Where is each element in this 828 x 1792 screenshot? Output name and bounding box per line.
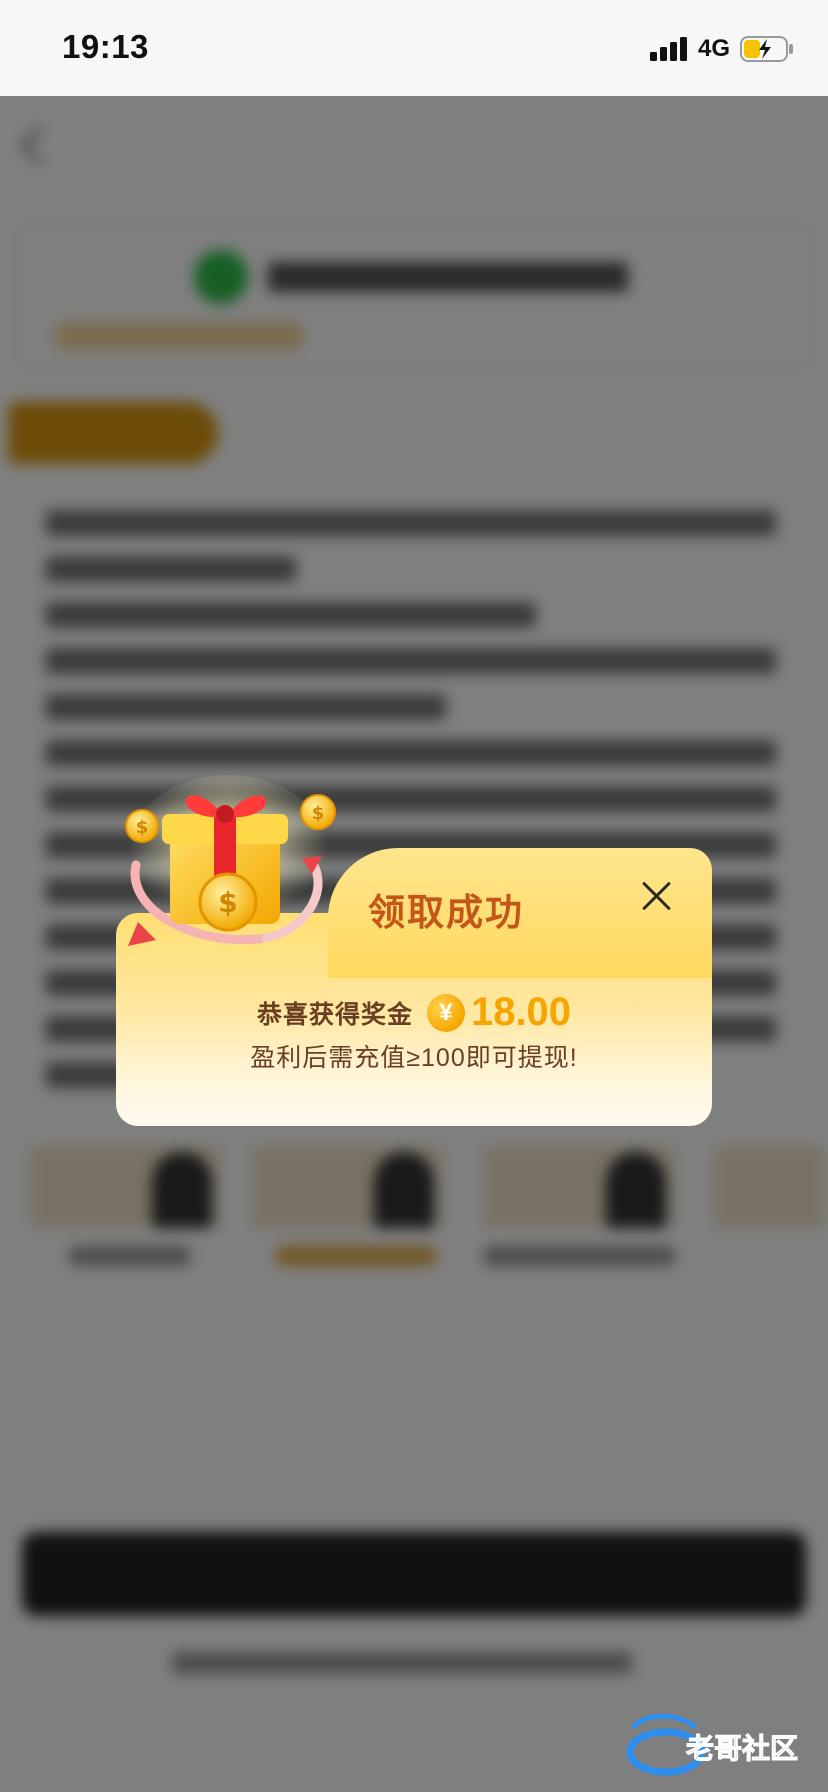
watermark-text: 老哥社区 (686, 1732, 798, 1765)
reward-amount: 18.00 (470, 990, 572, 1034)
svg-text:$: $ (136, 817, 149, 838)
withdraw-note: 盈利后需充值≥100即可提现! (250, 1044, 578, 1072)
reward-prefix: 恭喜获得奖金 (256, 1000, 413, 1029)
watermark: 老哥社区 (622, 1712, 812, 1776)
network-label: 4G (697, 35, 730, 62)
status-bar: 19:13 4G (0, 0, 828, 96)
modal-title: 领取成功 (368, 892, 524, 933)
reward-row: 恭喜获得奖金 ¥ 18.00 (116, 990, 712, 1035)
gift-box-with-coins-icon: $ $ $ (125, 775, 336, 946)
svg-text:$: $ (312, 803, 325, 824)
battery-charging-icon (740, 36, 793, 62)
close-button[interactable] (638, 878, 674, 914)
status-indicators: 4G (649, 34, 794, 64)
cellular-signal-icon (649, 37, 687, 61)
yen-coin-icon: ¥ (426, 993, 465, 1032)
svg-text:$: $ (218, 886, 237, 919)
dragon-logo-icon: 老哥社区 (626, 1713, 799, 1776)
status-time: 19:13 (62, 28, 149, 65)
